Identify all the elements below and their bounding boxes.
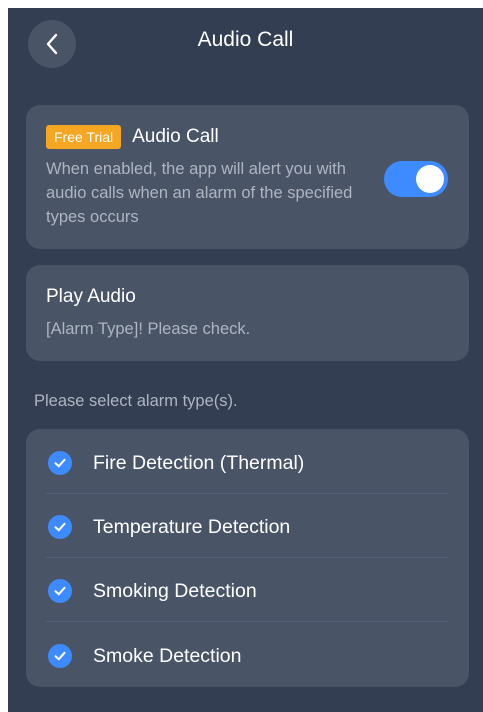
audio-call-description: When enabled, the app will alert you wit… xyxy=(46,160,353,226)
play-audio-title: Play Audio xyxy=(46,286,136,307)
checkmark-icon xyxy=(48,644,72,668)
checkmark-icon xyxy=(48,579,72,603)
alarm-item-label: Temperature Detection xyxy=(93,516,291,538)
audio-call-toggle[interactable] xyxy=(384,161,448,197)
alarm-item-fire-detection[interactable]: Fire Detection (Thermal) xyxy=(26,430,469,494)
alarm-item-label: Smoke Detection xyxy=(93,645,242,667)
play-audio-card[interactable]: Play Audio [Alarm Type]! Please check. xyxy=(26,265,469,361)
audio-call-screen: Audio Call Free Trial Audio Call When en… xyxy=(8,8,483,712)
audio-call-card-header: Free Trial Audio Call xyxy=(46,125,219,149)
audio-call-card: Free Trial Audio Call When enabled, the … xyxy=(26,105,469,249)
alarm-item-temperature-detection[interactable]: Temperature Detection xyxy=(26,494,469,558)
alarm-type-list: Fire Detection (Thermal) Temperature Det… xyxy=(26,429,469,687)
alarm-item-smoking-detection[interactable]: Smoking Detection xyxy=(26,558,469,622)
alarm-item-label: Fire Detection (Thermal) xyxy=(93,452,305,474)
checkmark-icon xyxy=(48,515,72,539)
page-title: Audio Call xyxy=(197,28,294,51)
alarm-section-label: Please select alarm type(s). xyxy=(34,392,238,410)
alarm-item-smoke-detection[interactable]: Smoke Detection xyxy=(26,623,469,687)
play-audio-message: [Alarm Type]! Please check. xyxy=(46,320,251,338)
header-bar: Audio Call xyxy=(8,8,483,76)
free-trial-badge: Free Trial xyxy=(46,125,122,149)
audio-call-card-title: Audio Call xyxy=(132,126,219,147)
toggle-knob xyxy=(416,165,444,193)
divider xyxy=(46,621,449,622)
checkmark-icon xyxy=(48,451,72,475)
alarm-item-label: Smoking Detection xyxy=(93,580,257,602)
